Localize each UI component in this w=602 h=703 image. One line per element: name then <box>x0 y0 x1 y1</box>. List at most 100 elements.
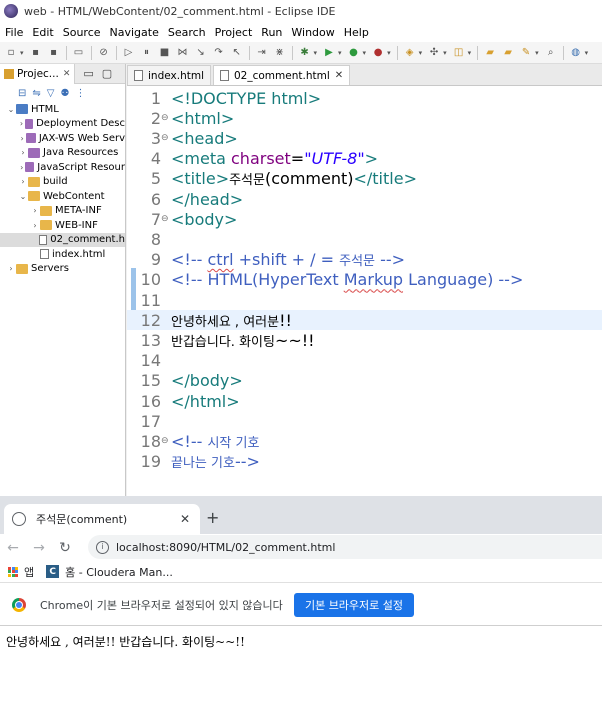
fold-icon[interactable]: ⊖ <box>161 214 171 224</box>
open-folder-icon[interactable]: ▰ <box>483 46 497 60</box>
menu-window[interactable]: Window <box>288 26 340 39</box>
new-tab-icon[interactable]: + <box>206 508 219 527</box>
run-icon[interactable]: ▶ <box>322 46 336 60</box>
chevron-right-icon[interactable]: › <box>18 163 25 172</box>
menu-navigate[interactable]: Navigate <box>107 26 165 39</box>
menu-help[interactable]: Help <box>341 26 375 39</box>
step-into-icon[interactable]: ↘ <box>194 46 208 60</box>
close-icon[interactable]: ✕ <box>63 69 71 79</box>
tree-item[interactable]: › JavaScript Resour <box>0 160 125 175</box>
open-project-icon[interactable]: ▰ <box>501 46 515 60</box>
chevron-down-icon[interactable]: ⌄ <box>18 192 28 201</box>
tree-item[interactable]: › Deployment Desc <box>0 117 125 132</box>
step-over-icon[interactable]: ↷ <box>212 46 226 60</box>
chevron-right-icon[interactable]: › <box>18 148 28 157</box>
tree-item[interactable]: › META-INF <box>0 204 125 219</box>
search-icon[interactable]: ⌕ <box>544 46 558 60</box>
code-line[interactable]: 18 ⊖ <!-- 시작 기호 <box>127 431 602 451</box>
project-explorer-tab[interactable]: Projec... ✕ <box>0 64 76 84</box>
code-line[interactable]: 10 <!-- HTML(HyperText Markup Language) -… <box>127 270 602 290</box>
menu-file[interactable]: File <box>2 26 29 39</box>
link-editor-icon[interactable]: ⇋ <box>32 88 40 99</box>
view-menu-icon[interactable]: ⋮ <box>75 88 85 99</box>
bookmark-cloudera[interactable]: C 홈 - Cloudera Man... <box>46 564 173 580</box>
minimize-icon[interactable]: ▭ <box>83 67 93 80</box>
code-line[interactable]: 13 반갑습니다. 화이팅~~!! <box>127 330 602 350</box>
code-line[interactable]: 7 ⊖ <body> <box>127 209 602 229</box>
chevron-down-icon[interactable]: ⌄ <box>6 105 16 114</box>
use-step-filters-icon[interactable]: ⋇ <box>273 46 287 60</box>
bookmark-apps[interactable]: 앱 <box>8 564 34 580</box>
code-line[interactable]: 8 <box>127 229 602 249</box>
console-icon[interactable]: ▭ <box>72 46 86 60</box>
menu-run[interactable]: Run <box>258 26 288 39</box>
code-line[interactable]: 15 </body> <box>127 371 602 391</box>
tree-item[interactable]: ⌄ HTML <box>0 102 125 117</box>
menu-source[interactable]: Source <box>60 26 107 39</box>
fold-icon[interactable]: ⊖ <box>161 436 171 446</box>
menu-project[interactable]: Project <box>212 26 259 39</box>
new-server-icon[interactable]: ✣ <box>427 46 441 60</box>
tree-item[interactable]: index.html <box>0 247 125 262</box>
fold-icon[interactable]: ⊖ <box>161 113 171 123</box>
tree-item[interactable]: ⌄ WebContent <box>0 189 125 204</box>
focus-icon[interactable]: ⚉ <box>60 88 69 99</box>
code-line[interactable]: 11 <box>127 290 602 310</box>
tree-item[interactable]: › WEB-INF <box>0 218 125 233</box>
close-tab-icon[interactable]: ✕ <box>180 512 190 526</box>
tree-item[interactable]: › JAX-WS Web Serv <box>0 131 125 146</box>
save-all-icon[interactable]: ▪ <box>47 46 61 60</box>
code-line[interactable]: 16 </html> <box>127 391 602 411</box>
set-default-browser-button[interactable]: 기본 브라우저로 설정 <box>294 593 414 617</box>
fold-icon[interactable]: ⊖ <box>161 133 171 143</box>
chevron-right-icon[interactable]: › <box>6 264 16 273</box>
tree-item[interactable]: › Java Resources <box>0 146 125 161</box>
disconnect-icon[interactable]: ⋈ <box>176 46 190 60</box>
pin-icon[interactable]: ✎ <box>519 46 533 60</box>
debug-icon[interactable]: ✱ <box>298 46 312 60</box>
filter-icon[interactable]: ▽ <box>47 88 55 99</box>
coverage-icon[interactable]: ● <box>347 46 361 60</box>
code-line[interactable]: 14 <box>127 351 602 371</box>
tree-item[interactable]: 02_comment.h <box>0 232 125 247</box>
tab-index-html[interactable]: index.html <box>127 65 211 85</box>
address-bar[interactable]: i localhost:8090/HTML/02_comment.html <box>88 535 602 559</box>
chevron-right-icon[interactable]: › <box>18 134 26 143</box>
code-line[interactable]: 2 ⊖ <html> <box>127 108 602 128</box>
chevron-right-icon[interactable]: › <box>18 119 25 128</box>
tree-item[interactable]: › build <box>0 175 125 190</box>
code-line[interactable]: 17 <box>127 411 602 431</box>
skip-breakpoints-icon[interactable]: ⊘ <box>97 46 111 60</box>
new-icon[interactable]: ▫ <box>4 46 18 60</box>
site-info-icon[interactable]: i <box>96 540 109 554</box>
maximize-icon[interactable]: ▢ <box>102 67 112 80</box>
drop-to-frame-icon[interactable]: ⇥ <box>255 46 269 60</box>
collapse-all-icon[interactable]: ⊟ <box>18 88 26 99</box>
new-java-class-icon[interactable]: ◈ <box>403 46 417 60</box>
code-editor[interactable]: 1 <!DOCTYPE html> 2 ⊖ <html> 3 ⊖ <head> 4 <meta c… <box>127 86 602 496</box>
chevron-right-icon[interactable]: › <box>18 177 28 186</box>
reload-icon[interactable]: ↻ <box>52 540 78 556</box>
menu-edit[interactable]: Edit <box>29 26 59 39</box>
tree-item[interactable]: › Servers <box>0 262 125 277</box>
forward-icon[interactable]: → <box>26 540 52 556</box>
step-return-icon[interactable]: ↖ <box>230 46 244 60</box>
external-tools-icon[interactable]: ● <box>371 46 385 60</box>
code-line[interactable]: 9 <!-- ctrl +shift + / = 주석문 --> <box>127 250 602 270</box>
back-icon[interactable]: ← <box>0 540 26 556</box>
chevron-right-icon[interactable]: › <box>30 206 40 215</box>
close-icon[interactable]: ✕ <box>335 70 343 81</box>
code-line[interactable]: 1 <!DOCTYPE html> <box>127 88 602 108</box>
web-browser-icon[interactable]: ◍ <box>569 46 583 60</box>
save-icon[interactable]: ▪ <box>29 46 43 60</box>
browser-tab[interactable]: 주석문(comment) ✕ <box>4 504 200 534</box>
code-line[interactable]: 5 <title>주석문(comment)</title> <box>127 169 602 189</box>
resume-icon[interactable]: ▷ <box>122 46 136 60</box>
code-line[interactable]: 19 끝나는 기호--> <box>127 452 602 472</box>
chevron-right-icon[interactable]: › <box>30 221 40 230</box>
code-line[interactable]: 4 <meta charset="UTF-8"> <box>127 149 602 169</box>
open-type-icon[interactable]: ◫ <box>452 46 466 60</box>
menu-search[interactable]: Search <box>165 26 212 39</box>
code-line[interactable]: 6 </head> <box>127 189 602 209</box>
tab-02-comment-html[interactable]: 02_comment.html ✕ <box>212 65 351 85</box>
